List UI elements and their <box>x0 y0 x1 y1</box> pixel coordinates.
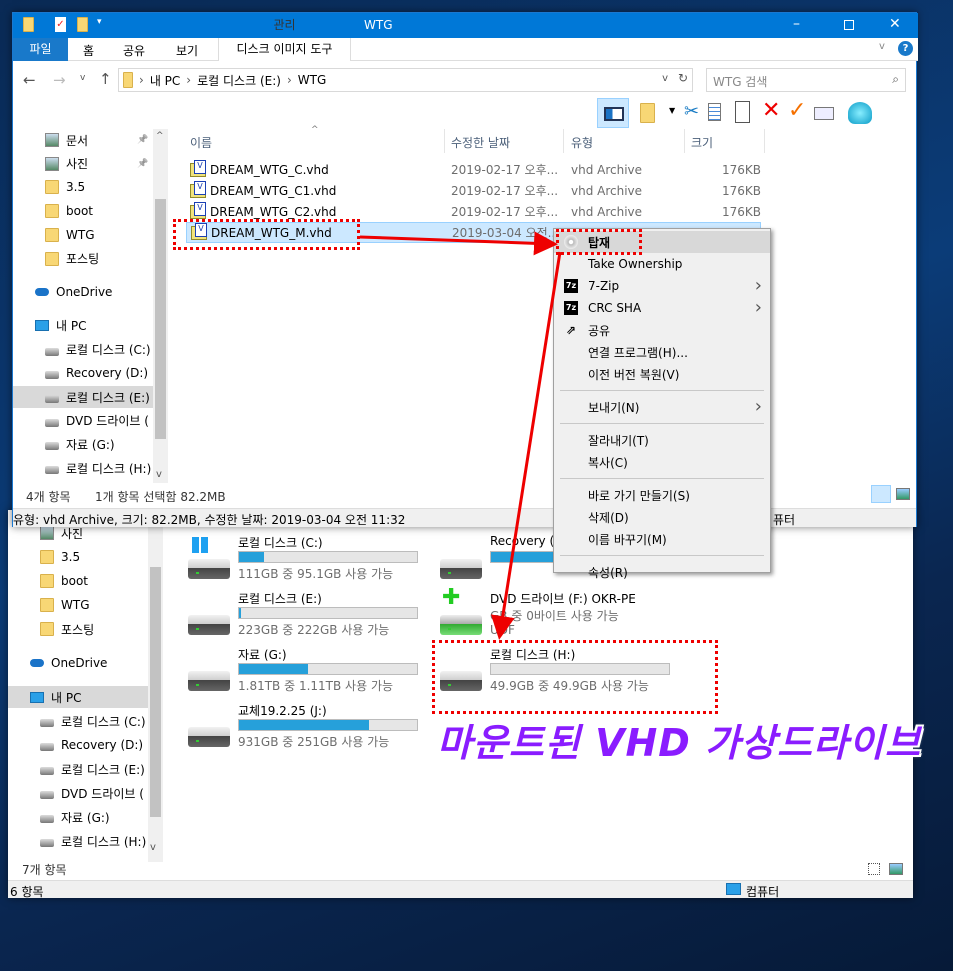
annotation-arrows <box>359 231 562 640</box>
annotation-caption: 마운트된 VHD 가상드라이브 <box>437 721 921 765</box>
arrow-to-mount <box>359 231 558 256</box>
arrow-to-drive <box>490 251 562 640</box>
